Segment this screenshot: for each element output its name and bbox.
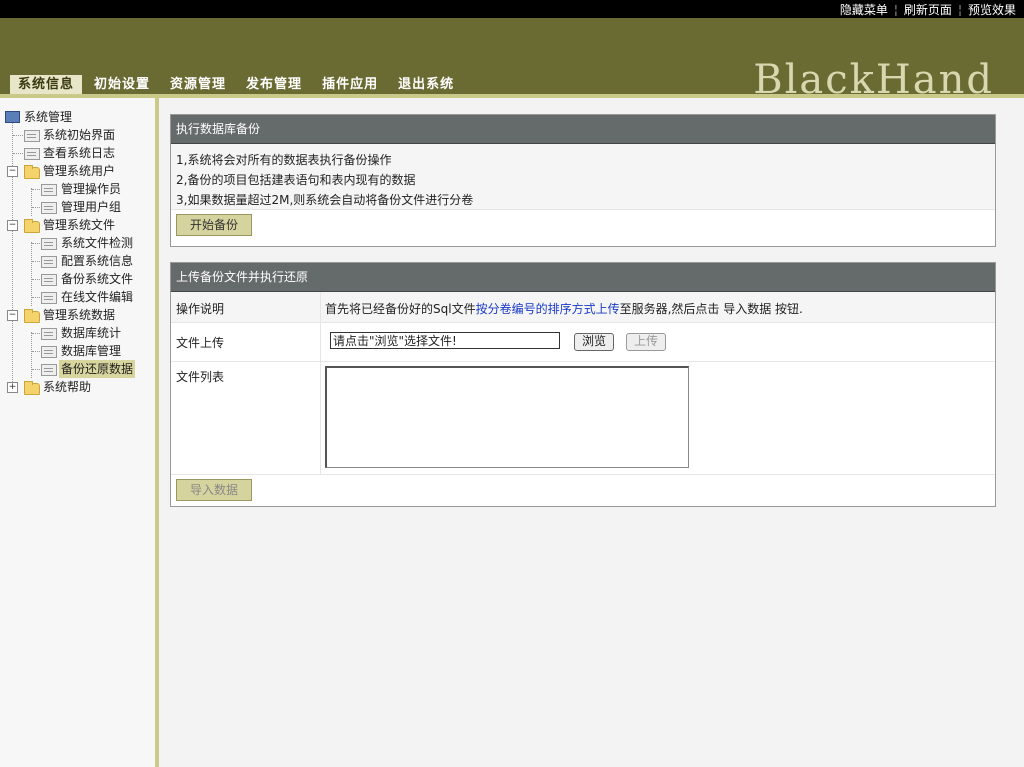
restore-actions: 导入数据	[171, 475, 995, 501]
hide-menu-link[interactable]: 隐藏菜单	[840, 3, 888, 17]
page-icon	[41, 292, 57, 304]
upload-button[interactable]: 上传	[626, 333, 667, 351]
page-icon	[41, 346, 57, 358]
tree-label: 管理系统用户	[43, 164, 116, 178]
backup-note: 2,备份的项目包括建表语句和表内现有的数据	[176, 173, 416, 187]
file-list-label: 文件列表	[176, 370, 225, 384]
tree-label: 系统帮助	[43, 380, 92, 394]
tree-line	[31, 188, 32, 216]
instructions-highlight: 按分卷编号的排序方式上传	[475, 302, 620, 316]
tree-line	[31, 332, 32, 378]
file-list-row: 文件列表	[171, 362, 995, 475]
import-data-button[interactable]: 导入数据	[176, 479, 253, 501]
folder-open-icon	[24, 219, 40, 233]
brand-logo: BlackHand	[753, 57, 994, 96]
tab-plugins[interactable]: 插件应用	[314, 75, 386, 94]
tree-label: 管理系统文件	[43, 218, 116, 232]
tab-publish-management[interactable]: 发布管理	[238, 75, 310, 94]
folder-open-icon	[24, 309, 40, 323]
top-bar: 隐藏菜单 ¦ 刷新页面 ¦ 预览效果	[0, 0, 1024, 18]
tree-label: 数据库管理	[61, 344, 122, 358]
tree-label-selected: 备份还原数据	[59, 360, 136, 378]
main-content: 执行数据库备份 1,系统将会对所有的数据表执行备份操作 2,备份的项目包括建表语…	[159, 98, 1024, 767]
tree-label: 在线文件编辑	[61, 290, 134, 304]
restore-panel: 上传备份文件并执行还原 操作说明 首先将已经备份好的Sql文件按分卷编号的排序方…	[170, 262, 996, 507]
tab-system-info[interactable]: 系统信息	[10, 75, 83, 94]
backup-note: 1,系统将会对所有的数据表执行备份操作	[176, 153, 392, 167]
tree-label: 系统文件检测	[61, 236, 134, 250]
upload-label: 文件上传	[176, 336, 225, 350]
backup-panel: 执行数据库备份 1,系统将会对所有的数据表执行备份操作 2,备份的项目包括建表语…	[170, 114, 996, 247]
backup-panel-title: 执行数据库备份	[171, 115, 995, 144]
page-icon	[41, 328, 57, 340]
tab-resource-management[interactable]: 资源管理	[162, 75, 234, 94]
tab-initial-settings[interactable]: 初始设置	[86, 75, 158, 94]
folder-icon	[24, 381, 40, 395]
tree-label: 查看系统日志	[43, 146, 116, 160]
computer-icon	[5, 111, 20, 123]
instructions-text: 首先将已经备份好的Sql文件按分卷编号的排序方式上传至服务器,然后点击 导入数据…	[325, 302, 803, 316]
separator: ¦	[893, 3, 898, 17]
main-nav: 系统信息 初始设置 资源管理 发布管理 插件应用 退出系统	[10, 75, 466, 94]
page-icon	[24, 130, 40, 142]
page-icon	[41, 364, 57, 376]
sidebar: 系统管理 系统初始界面 查看系统日志 − 管理系统用户 管理操作员 管理用户组	[0, 98, 159, 767]
tree-label: 系统管理	[24, 110, 73, 124]
header: BlackHand 系统信息 初始设置 资源管理 发布管理 插件应用 退出系统	[0, 18, 1024, 98]
separator: ¦	[957, 3, 962, 17]
page-icon	[41, 238, 57, 250]
start-backup-button[interactable]: 开始备份	[176, 214, 253, 236]
browse-button[interactable]: 浏览	[574, 333, 615, 351]
backup-notes: 1,系统将会对所有的数据表执行备份操作 2,备份的项目包括建表语句和表内现有的数…	[171, 144, 995, 210]
collapse-icon[interactable]: −	[7, 310, 18, 321]
collapse-icon[interactable]: −	[7, 220, 18, 231]
restore-panel-title: 上传备份文件并执行还原	[171, 263, 995, 292]
upload-row: 文件上传 请点击"浏览"选择文件! 浏览 上传	[171, 323, 995, 362]
tree-label: 管理用户组	[61, 200, 122, 214]
tree-line	[12, 120, 13, 390]
preview-link[interactable]: 预览效果	[968, 3, 1016, 17]
expand-icon[interactable]: +	[7, 382, 18, 393]
tree-label: 配置系统信息	[61, 254, 134, 268]
file-upload-input[interactable]: 请点击"浏览"选择文件!	[330, 332, 560, 349]
page-icon	[41, 256, 57, 268]
collapse-icon[interactable]: −	[7, 166, 18, 177]
instructions-label: 操作说明	[176, 302, 225, 316]
file-list-box[interactable]	[325, 366, 689, 468]
tree-label: 管理系统数据	[43, 308, 116, 322]
page-icon	[41, 202, 57, 214]
tree-label: 系统初始界面	[43, 128, 116, 142]
tree-label: 数据库统计	[61, 326, 122, 340]
page-icon	[24, 148, 40, 160]
tab-exit-system[interactable]: 退出系统	[390, 75, 462, 94]
folder-open-icon	[24, 165, 40, 179]
backup-note: 3,如果数据量超过2M,则系统会自动将备份文件进行分卷	[176, 193, 474, 207]
page-icon	[41, 274, 57, 286]
backup-actions: 开始备份	[171, 210, 995, 236]
tree-label: 备份系统文件	[61, 272, 134, 286]
refresh-page-link[interactable]: 刷新页面	[904, 3, 952, 17]
tree-label: 管理操作员	[61, 182, 122, 196]
page-icon	[41, 184, 57, 196]
instructions-row: 操作说明 首先将已经备份好的Sql文件按分卷编号的排序方式上传至服务器,然后点击…	[171, 292, 995, 323]
